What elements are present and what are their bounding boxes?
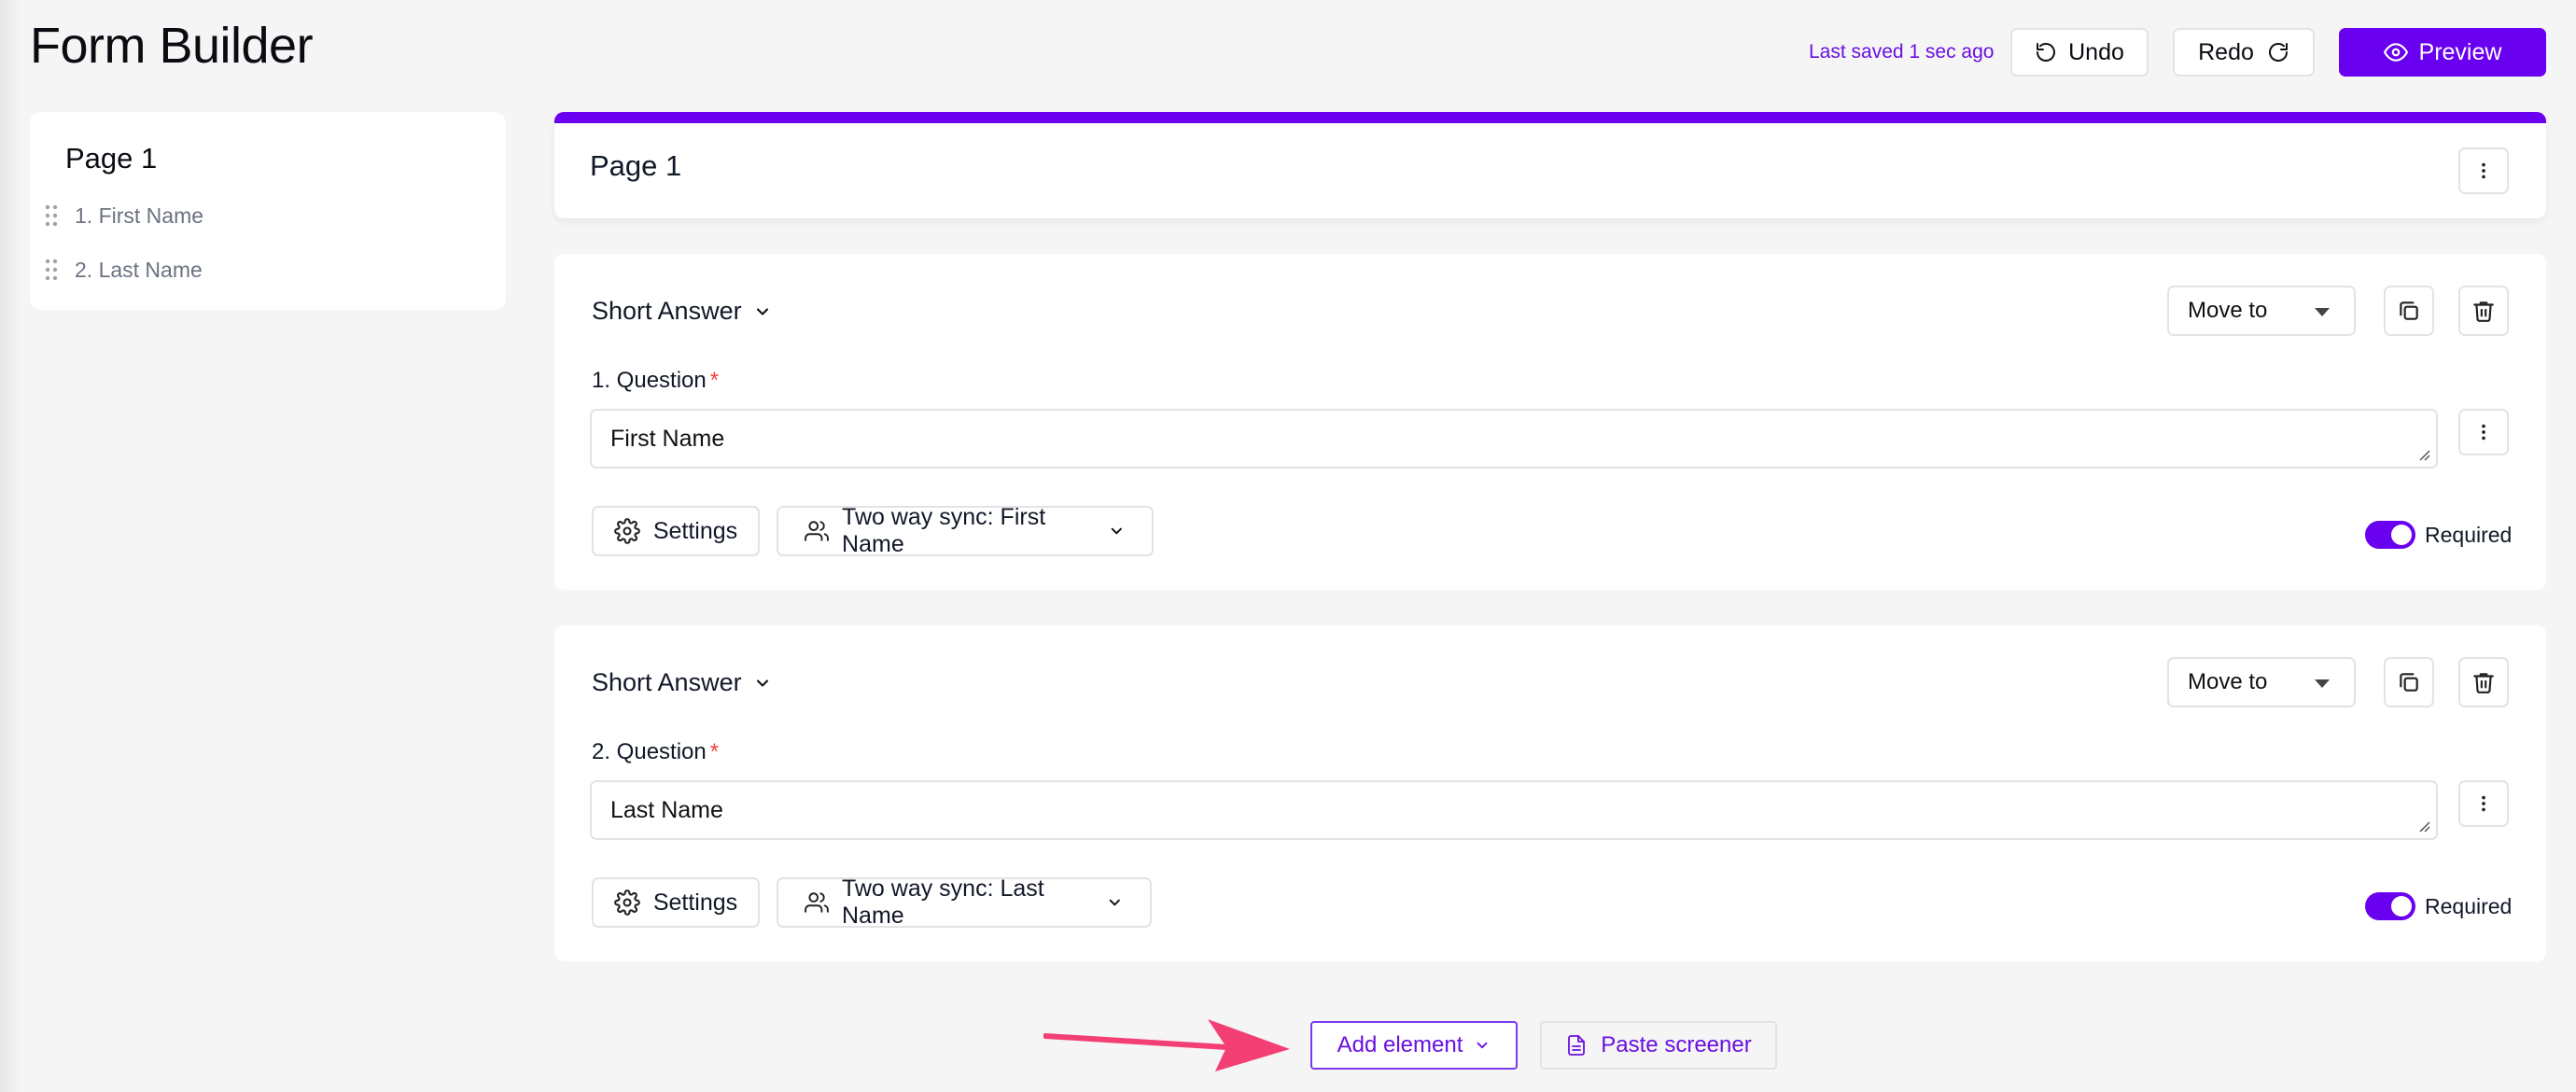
sync-label: Two way sync: First Name bbox=[842, 504, 1046, 557]
toggle-knob bbox=[2391, 896, 2412, 917]
drag-handle-icon[interactable] bbox=[45, 259, 58, 281]
add-element-label: Add element bbox=[1337, 1032, 1463, 1057]
undo-icon bbox=[2037, 43, 2056, 62]
required-toggle[interactable] bbox=[2365, 892, 2415, 920]
caret-down-icon bbox=[2315, 679, 2330, 688]
duplicate-button[interactable] bbox=[2384, 286, 2434, 336]
drag-handle-icon[interactable] bbox=[45, 204, 58, 227]
required-label: Required bbox=[2425, 894, 2513, 918]
preview-button[interactable]: Preview bbox=[2339, 28, 2546, 77]
trash-icon bbox=[2473, 673, 2494, 693]
chevron-down-icon bbox=[1112, 527, 1123, 535]
undo-button[interactable]: Undo bbox=[2010, 28, 2149, 77]
question-type-label: Short Answer bbox=[592, 297, 742, 325]
question-text-value: First Name bbox=[610, 425, 725, 452]
chevron-down-icon bbox=[756, 679, 768, 687]
chevron-down-icon bbox=[1477, 1042, 1488, 1049]
redo-icon bbox=[2268, 43, 2288, 62]
required-asterisk: * bbox=[709, 739, 720, 764]
required-toggle[interactable] bbox=[2365, 521, 2415, 549]
redo-label: Redo bbox=[2198, 38, 2254, 65]
toggle-knob bbox=[2391, 525, 2412, 545]
page-accent-bar bbox=[554, 112, 2546, 123]
sidebar-item-label: 2. Last Name bbox=[75, 257, 203, 282]
question-label: 2. Question * bbox=[592, 739, 719, 765]
chevron-down-icon bbox=[1110, 899, 1121, 906]
question-card: Short Answer Move to 1. Question * First … bbox=[554, 254, 2546, 590]
paste-screener-label: Paste screener bbox=[1601, 1032, 1752, 1057]
question-label-text: 1. Question bbox=[592, 368, 707, 393]
caret-down-icon bbox=[2315, 308, 2330, 316]
users-icon bbox=[805, 521, 829, 541]
settings-button[interactable]: Settings bbox=[592, 506, 760, 556]
move-to-value: Move to bbox=[2188, 669, 2268, 694]
add-element-button[interactable]: Add element bbox=[1310, 1021, 1518, 1070]
move-to-select[interactable]: Move to bbox=[2167, 286, 2356, 336]
copy-icon bbox=[2400, 673, 2418, 692]
settings-button[interactable]: Settings bbox=[592, 877, 760, 928]
delete-button[interactable] bbox=[2458, 286, 2509, 336]
gear-icon bbox=[613, 889, 640, 916]
more-vertical-icon bbox=[2482, 795, 2485, 812]
move-to-value: Move to bbox=[2188, 298, 2268, 323]
settings-label: Settings bbox=[652, 889, 738, 916]
gear-icon bbox=[613, 518, 640, 544]
eye-icon bbox=[2383, 43, 2408, 62]
redo-button[interactable]: Redo bbox=[2173, 28, 2315, 77]
chevron-down-icon bbox=[756, 307, 768, 315]
sidebar-item-label: 1. First Name bbox=[75, 203, 204, 228]
required-label: Required bbox=[2425, 523, 2513, 547]
annotation-arrow-icon bbox=[1043, 1019, 1290, 1071]
users-icon bbox=[805, 892, 829, 913]
page-title: Form Builder bbox=[30, 18, 314, 74]
question-label-text: 2. Question bbox=[592, 739, 707, 764]
question-label: 1. Question * bbox=[592, 368, 719, 394]
page-header-card: Page 1 bbox=[554, 112, 2546, 218]
required-asterisk: * bbox=[709, 368, 720, 393]
sync-label: Two way sync: Last Name bbox=[841, 875, 1044, 929]
more-vertical-icon bbox=[2482, 424, 2485, 441]
preview-label: Preview bbox=[2418, 38, 2502, 65]
resize-handle-icon[interactable] bbox=[2417, 448, 2430, 461]
page-more-button[interactable] bbox=[2458, 147, 2509, 194]
question-text-value: Last Name bbox=[610, 796, 723, 823]
page-card-title: Page 1 bbox=[590, 149, 682, 182]
paste-screener-button[interactable]: Paste screener bbox=[1540, 1021, 1777, 1070]
trash-icon bbox=[2473, 301, 2494, 322]
settings-label: Settings bbox=[652, 517, 738, 544]
question-type-label: Short Answer bbox=[592, 668, 742, 696]
sidebar-item-first-name[interactable]: 1. First Name bbox=[45, 202, 203, 230]
save-status: Last saved 1 sec ago bbox=[1809, 41, 1995, 63]
question-text-input[interactable]: Last Name bbox=[590, 780, 2438, 840]
sidebar-page-title: Page 1 bbox=[65, 142, 158, 175]
resize-handle-icon[interactable] bbox=[2417, 819, 2430, 833]
question-more-button[interactable] bbox=[2458, 409, 2509, 455]
document-icon bbox=[1568, 1035, 1586, 1056]
question-text-input[interactable]: First Name bbox=[590, 409, 2438, 469]
sidebar-item-last-name[interactable]: 2. Last Name bbox=[45, 256, 203, 284]
question-type-dropdown[interactable]: Short Answer bbox=[592, 297, 772, 326]
question-more-button[interactable] bbox=[2458, 780, 2509, 827]
copy-icon bbox=[2400, 301, 2418, 320]
question-card: Short Answer Move to 2. Question * Last N… bbox=[554, 625, 2546, 961]
page-edge-shadow bbox=[0, 0, 21, 1092]
two-way-sync-dropdown[interactable]: Two way sync: Last Name bbox=[777, 875, 1152, 929]
question-type-dropdown[interactable]: Short Answer bbox=[592, 668, 772, 697]
move-to-select[interactable]: Move to bbox=[2167, 657, 2356, 707]
duplicate-button[interactable] bbox=[2384, 657, 2434, 707]
undo-label: Undo bbox=[2068, 38, 2124, 65]
more-vertical-icon bbox=[2482, 162, 2485, 179]
two-way-sync-dropdown[interactable]: Two way sync: First Name bbox=[777, 504, 1154, 557]
delete-button[interactable] bbox=[2458, 657, 2509, 707]
